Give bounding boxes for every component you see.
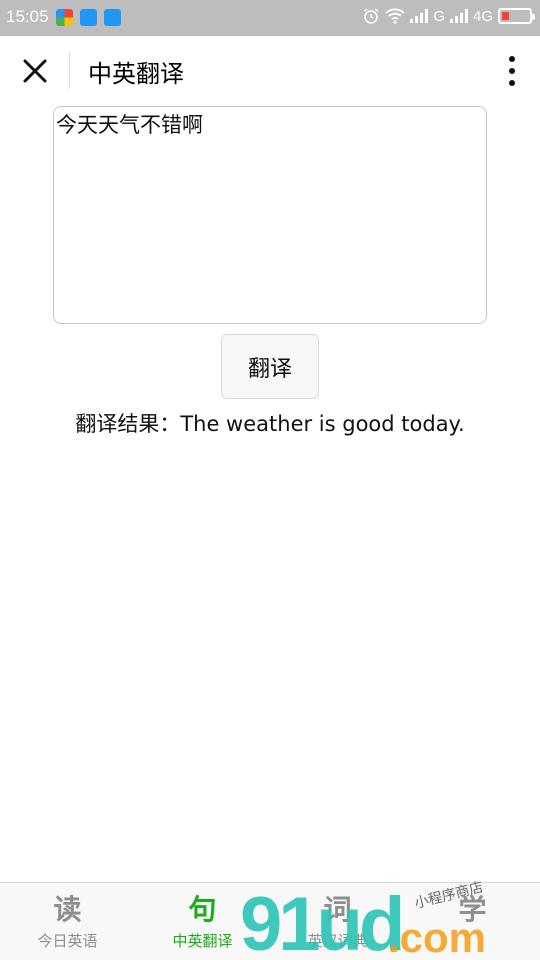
close-icon[interactable] — [18, 54, 52, 88]
alarm-icon — [362, 7, 380, 25]
tab-dictionary[interactable]: 词 英汉词典 — [270, 883, 405, 960]
status-indicators: G 4G — [362, 7, 535, 25]
sentence-icon: 句 — [188, 893, 217, 926]
translation-result: 翻译结果：The weather is good today. — [75, 412, 465, 436]
read-icon: 读 — [53, 893, 82, 926]
translation-input[interactable]: 今天天气不错啊 — [53, 106, 487, 324]
nav-divider — [69, 53, 70, 89]
signal-icon — [449, 9, 468, 23]
translate-button[interactable]: 翻译 — [221, 334, 319, 399]
page-title: 中英翻译 — [88, 60, 184, 88]
learn-icon: 学 — [458, 893, 487, 926]
battery-level — [502, 12, 509, 20]
tab-learn[interactable]: 学 — [405, 883, 540, 960]
tab-translate[interactable]: 句 中英翻译 — [135, 883, 270, 960]
photos-app-icon — [56, 9, 73, 26]
word-icon: 词 — [323, 893, 352, 926]
tab-label: 英汉词典 — [307, 932, 368, 950]
tab-bar: 读 今日英语 句 中英翻译 词 英汉词典 学 — [0, 882, 540, 960]
tab-today-english[interactable]: 读 今日英语 — [0, 883, 135, 960]
status-bar: 15:05 G 4G — [0, 0, 540, 36]
screenshot-app-icon — [80, 9, 97, 26]
network-type-1: G — [433, 7, 445, 25]
status-time: 15:05 — [6, 7, 49, 26]
wifi-icon — [385, 8, 405, 24]
tab-label: 今日英语 — [37, 932, 98, 950]
more-options-icon[interactable] — [502, 54, 522, 90]
network-type-2: 4G — [472, 7, 493, 25]
tab-label: 中英翻译 — [172, 932, 233, 950]
navigation-bar: 中英翻译 — [0, 36, 540, 106]
battery-icon — [498, 8, 535, 24]
signal-icon — [410, 9, 429, 23]
clipboard-app-icon — [104, 9, 121, 26]
